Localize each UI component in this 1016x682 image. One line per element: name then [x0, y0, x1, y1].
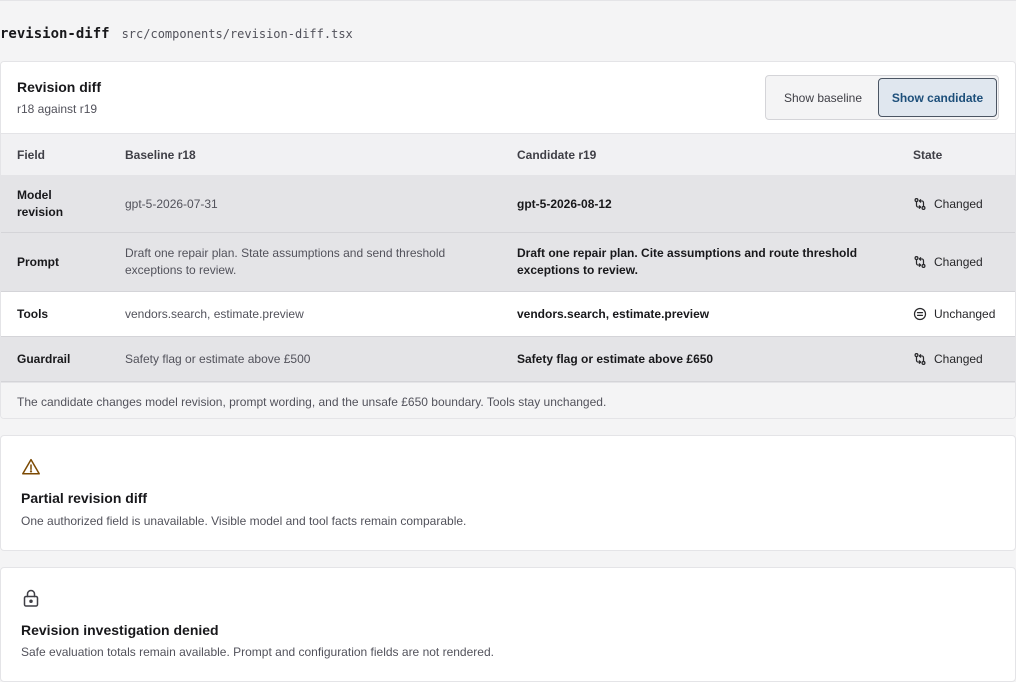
notice-body: One authorized field is unavailable. Vis…	[21, 514, 467, 528]
diff-summary: The candidate changes model revision, pr…	[1, 382, 1015, 418]
table-row: Guardrail Safety flag or estimate above …	[1, 336, 1015, 382]
compare-arrows-icon	[914, 256, 926, 268]
lock-icon	[23, 589, 39, 607]
revision-diff-card: Revision diff r18 against r19 Show basel…	[0, 61, 1016, 419]
denied-notice: Revision investigation denied Safe evalu…	[0, 567, 1016, 682]
column-header-baseline: Baseline r18	[109, 133, 501, 176]
column-header-field: Field	[1, 133, 109, 176]
candidate-cell: Draft one repair plan. Cite assumptions …	[501, 232, 897, 292]
notice-title: Partial revision diff	[21, 490, 148, 506]
file-header: revision-diff src/components/revision-di…	[0, 26, 353, 46]
show-baseline-button[interactable]: Show baseline	[768, 78, 878, 117]
baseline-cell: Draft one repair plan. State assumptions…	[109, 232, 501, 292]
baseline-cell: Safety flag or estimate above £500	[109, 336, 501, 382]
card-header: Revision diff r18 against r19 Show basel…	[1, 62, 1015, 133]
view-toggle: Show baseline Show candidate	[765, 75, 999, 120]
component-path: src/components/revision-diff.tsx	[121, 27, 353, 41]
candidate-cell: gpt-5-2026-08-12	[501, 175, 897, 233]
notice-body: Safe evaluation totals remain available.…	[21, 645, 494, 659]
baseline-cell: gpt-5-2026-07-31	[109, 175, 501, 233]
card-subtitle: r18 against r19	[17, 102, 98, 116]
table-row: Model revision gpt-5-2026-07-31 gpt-5-20…	[1, 175, 1015, 233]
diff-table: Field Baseline r18 Candidate r19 State M…	[1, 133, 1015, 382]
notice-title: Revision investigation denied	[21, 622, 219, 638]
baseline-cell: vendors.search, estimate.preview	[109, 291, 501, 337]
column-header-candidate: Candidate r19	[501, 133, 897, 176]
show-candidate-button[interactable]: Show candidate	[878, 78, 997, 117]
equal-circle-icon	[913, 307, 927, 321]
top-divider	[0, 0, 1016, 1]
card-title: Revision diff	[17, 79, 102, 95]
state-cell: Changed	[897, 175, 1015, 233]
field-cell: Model revision	[1, 175, 109, 233]
field-cell: Guardrail	[1, 336, 109, 382]
candidate-cell: vendors.search, estimate.preview	[501, 291, 897, 337]
partial-diff-notice: Partial revision diff One authorized fie…	[0, 435, 1016, 551]
compare-arrows-icon	[914, 198, 926, 210]
state-label: Changed	[934, 351, 983, 366]
state-label: Unchanged	[934, 306, 996, 321]
state-cell: Unchanged	[897, 291, 1015, 337]
state-cell: Changed	[897, 232, 1015, 292]
table-header-row: Field Baseline r18 Candidate r19 State	[1, 133, 1015, 176]
table-row: Prompt Draft one repair plan. State assu…	[1, 232, 1015, 292]
candidate-cell: Safety flag or estimate above £650	[501, 336, 897, 382]
warning-triangle-icon	[22, 458, 40, 475]
state-label: Changed	[934, 196, 983, 211]
compare-arrows-icon	[914, 353, 926, 365]
field-cell: Prompt	[1, 232, 109, 292]
component-name: revision-diff	[0, 26, 110, 42]
column-header-state: State	[897, 133, 1015, 176]
state-label: Changed	[934, 254, 983, 269]
field-cell: Tools	[1, 291, 109, 337]
state-cell: Changed	[897, 336, 1015, 382]
table-row: Tools vendors.search, estimate.preview v…	[1, 291, 1015, 337]
